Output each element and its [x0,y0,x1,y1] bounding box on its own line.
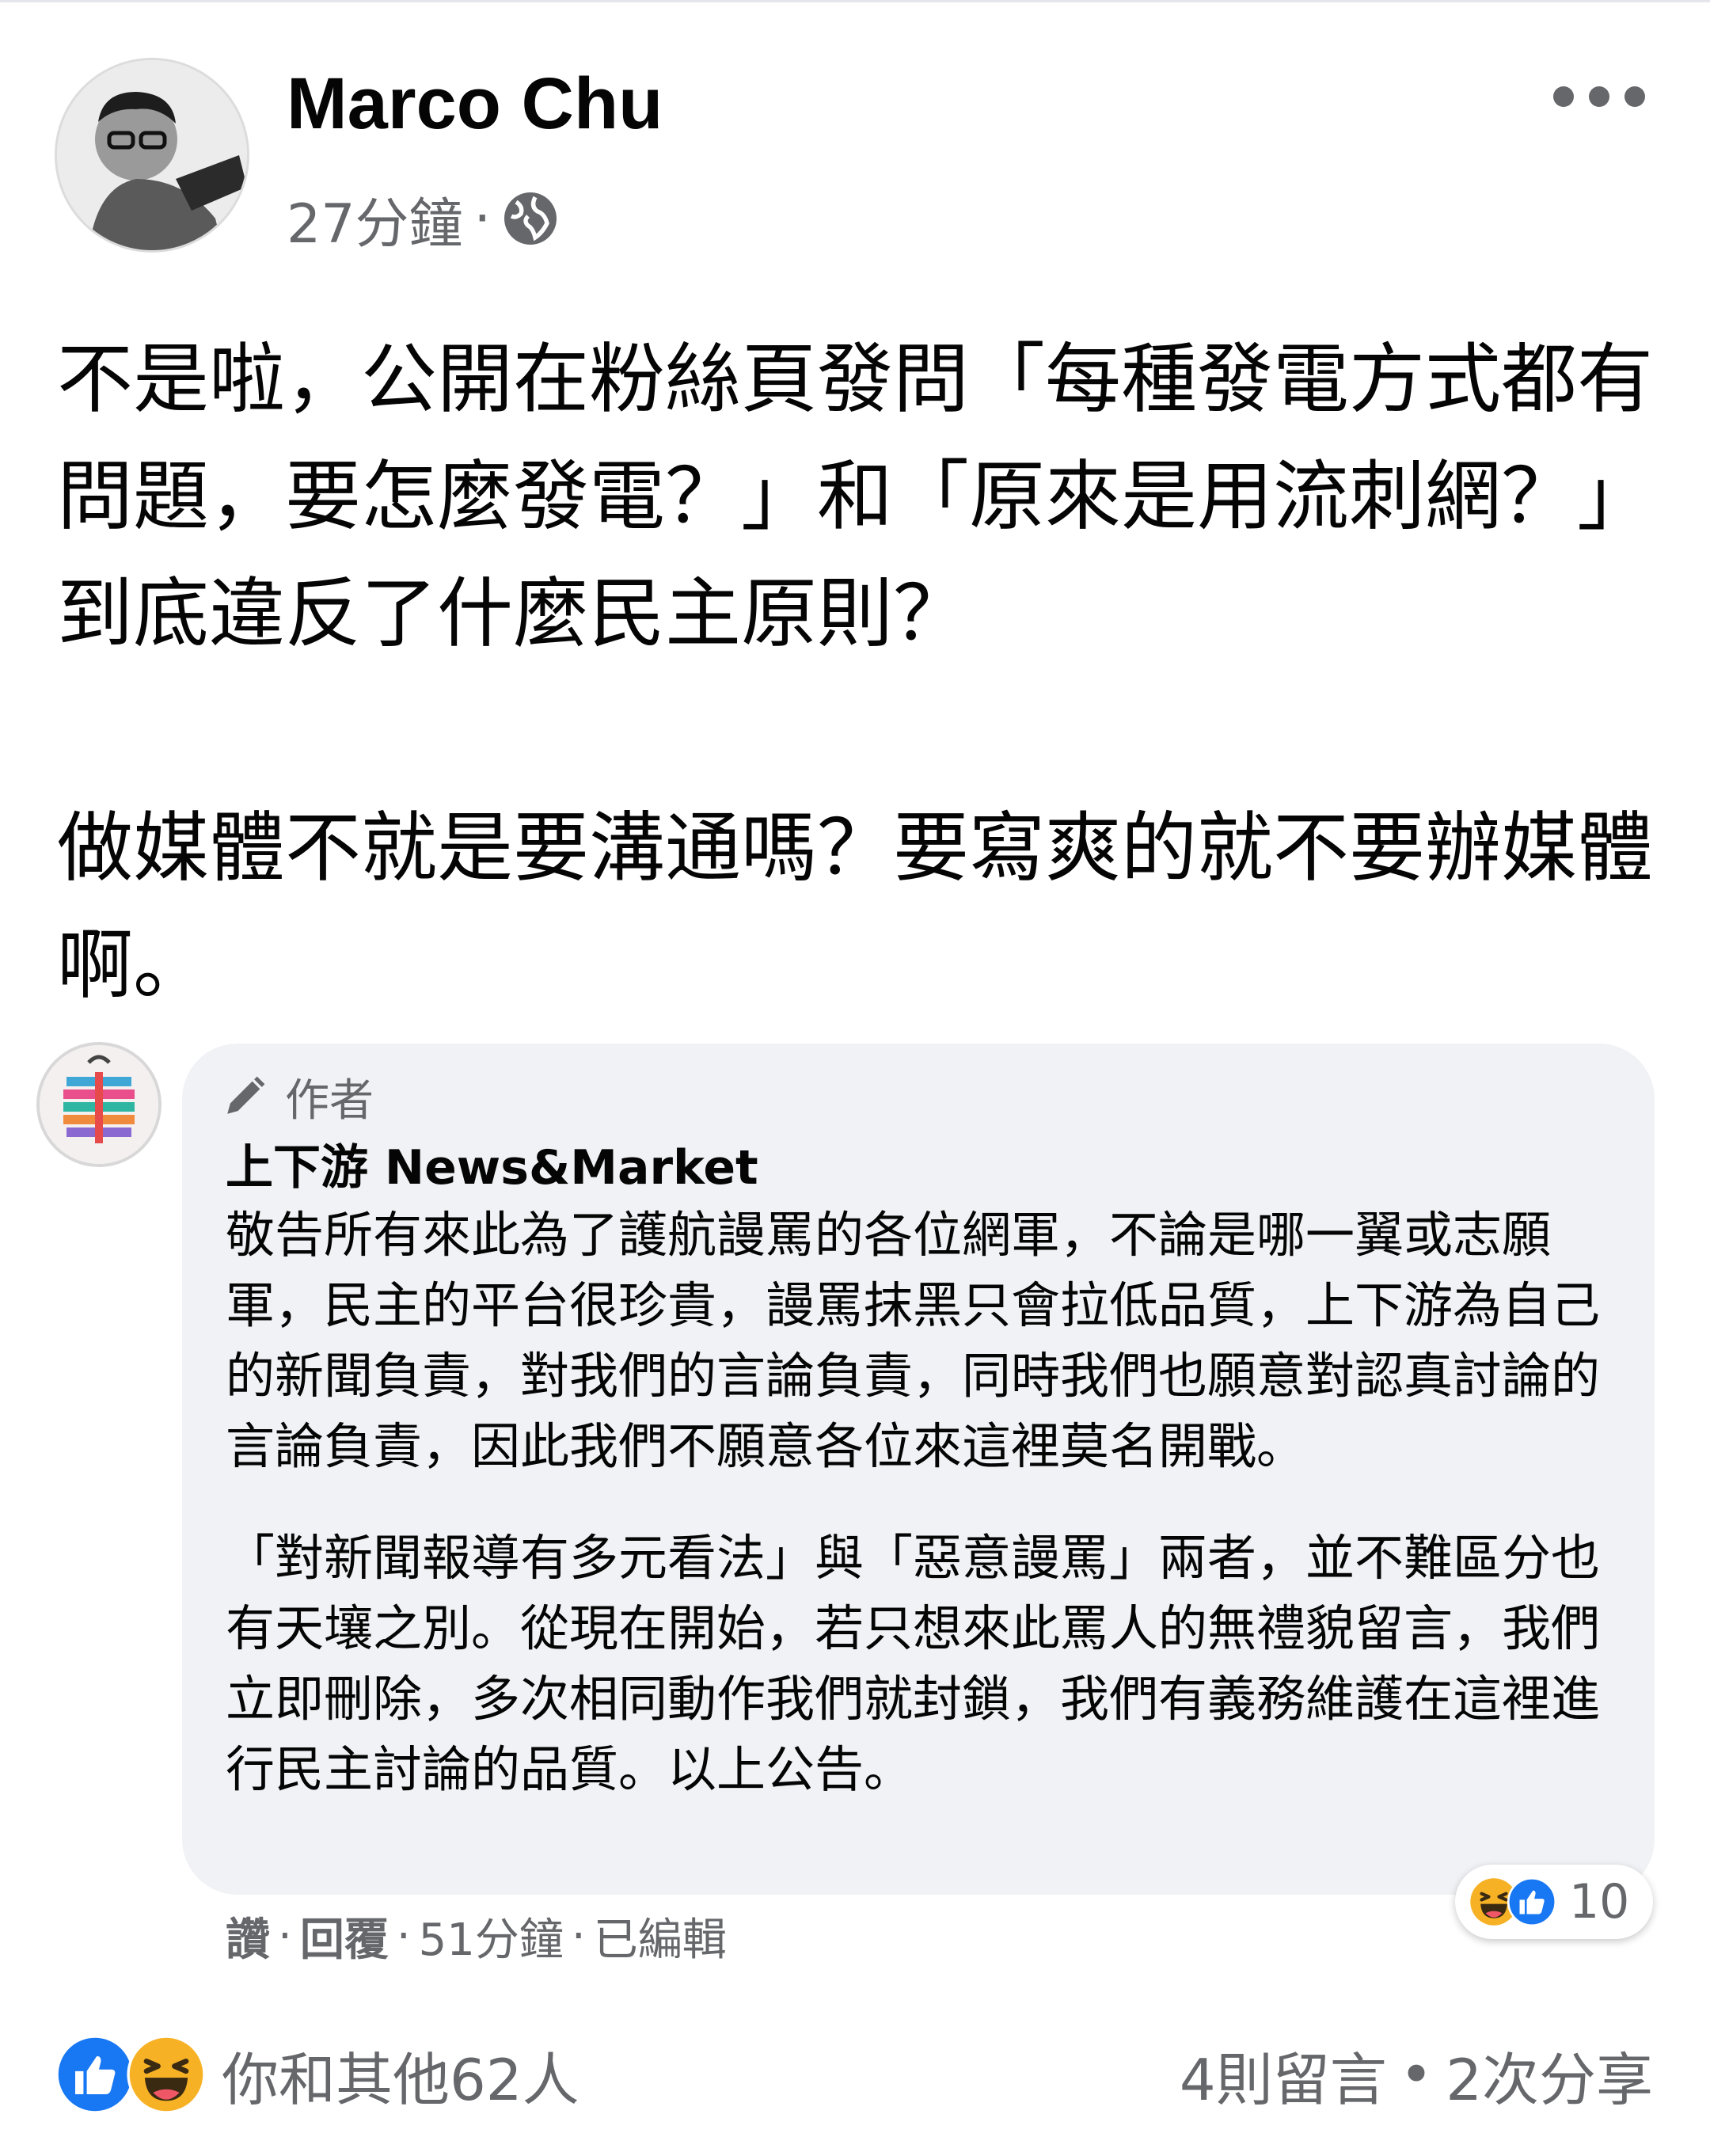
commenter-avatar[interactable] [40,1045,158,1164]
comment-reaction-summary[interactable]: 10 [1455,1865,1653,1939]
engagement-counts: 4則留言 • 2次分享 [1180,2035,1653,2114]
comments-count-link[interactable]: 4則留言 [1180,2033,1387,2116]
comment-actions: 讚 · 回覆 · 51分鐘 · 已編輯 [226,1900,727,1972]
top-divider [0,0,1710,2]
comment-body: 敬告所有來此為了護航謾罵的各位網軍，不論是哪一翼或志願軍，民主的平台很珍貴，謾罵… [226,1200,1627,1804]
more-dots-icon[interactable] [1540,73,1659,120]
comment-author-name[interactable]: 上下游 News&Market [226,1136,758,1200]
globe-icon [504,192,557,245]
action-separator: · [278,1910,292,1962]
shares-count-link[interactable]: 2次分享 [1446,2033,1653,2116]
post-meta: 27分鐘 · [287,181,559,257]
comment-paragraph: 「對新聞報導有多元看法」與「惡意謾罵」兩者，並不難區分也有天壤之別。從現在開始，… [226,1529,1601,1798]
post-paragraph: 做媒體不就是要溝通嗎？要寫爽的就不要辦媒體啊。 [57,804,1653,1010]
haha-icon [127,2035,206,2114]
like-icon [55,2035,135,2114]
post-reaction-summary[interactable]: 你和其他62人 [55,2035,580,2114]
action-separator: · [396,1910,411,1962]
author-badge-label: 作者 [285,1074,374,1127]
comment-timestamp[interactable]: 51分鐘 [419,1904,564,1968]
comment-reply-button[interactable]: 回覆 [300,1904,389,1968]
comment-edited-label[interactable]: 已編輯 [594,1904,727,1968]
post-timestamp[interactable]: 27分鐘 [287,180,463,258]
comment-reaction-count: 10 [1569,1874,1630,1930]
post-body: 不是啦，公開在粉絲頁發問「每種發電方式都有問題，要怎麼發電？」和「原來是用流刺網… [57,321,1672,1024]
meta-separator: · [473,187,492,250]
comment-paragraph: 敬告所有來此為了護航謾罵的各位網軍，不論是哪一翼或志願軍，民主的平台很珍貴，謾罵… [226,1206,1601,1475]
reactions-text[interactable]: 你和其他62人 [222,2033,580,2116]
post-author-name[interactable]: Marco Chu [287,60,663,147]
pencil-icon [227,1076,265,1114]
comment-like-button[interactable]: 讚 [226,1904,270,1968]
engagement-separator: • [1399,2041,1434,2108]
like-icon [1507,1877,1556,1926]
author-badge: 作者 [222,1065,374,1128]
action-separator: · [571,1910,586,1962]
post-paragraph: 不是啦，公開在粉絲頁發問「每種發電方式都有問題，要怎麼發電？」和「原來是用流刺網… [57,335,1653,658]
author-avatar[interactable] [57,60,247,250]
